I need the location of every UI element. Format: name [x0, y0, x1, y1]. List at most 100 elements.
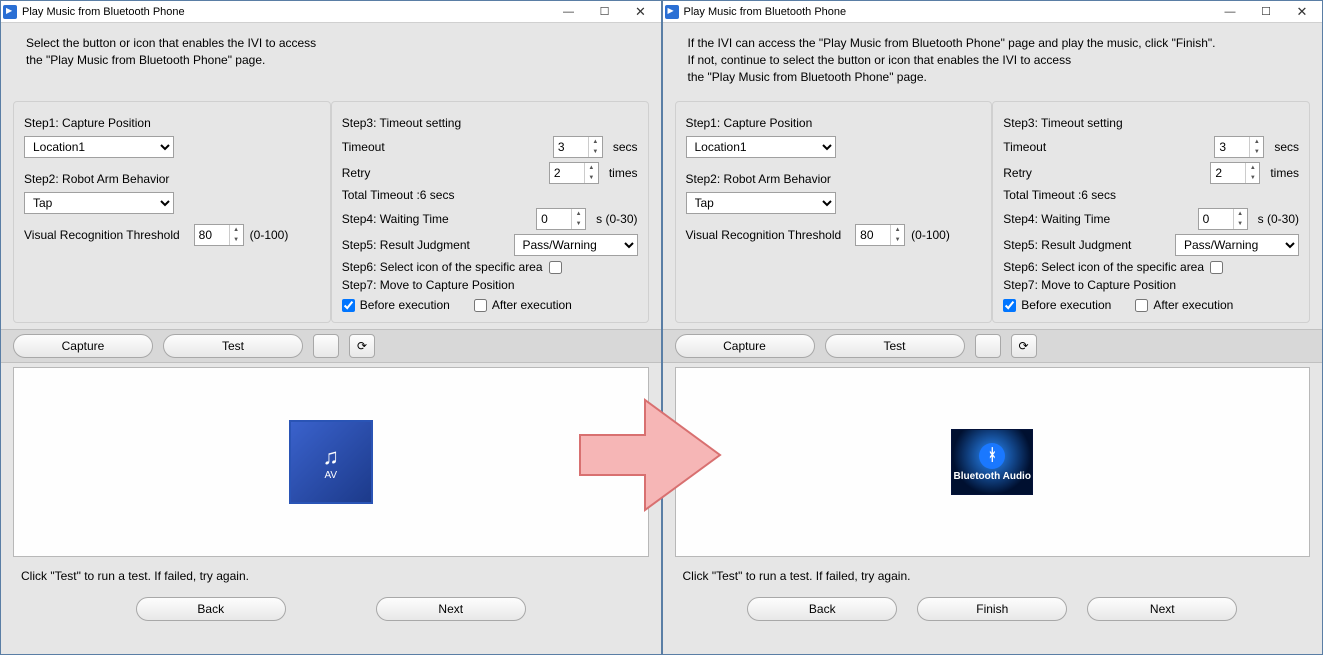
button-bar: Capture Test ⟳ [663, 329, 1323, 363]
back-button[interactable]: Back [747, 597, 897, 621]
back-button[interactable]: Back [136, 597, 286, 621]
retry-spinner[interactable]: ▲▼ [1210, 162, 1260, 184]
preview-thumb-bluetooth[interactable]: ᚼ Bluetooth Audio [951, 429, 1033, 495]
step7-label: Step7: Move to Capture Position [1003, 278, 1299, 292]
app-icon [665, 5, 679, 19]
vrt-range: (0-100) [911, 228, 950, 242]
maximize-button[interactable]: ☐ [1248, 2, 1284, 22]
before-checkbox[interactable] [342, 299, 355, 312]
retry-unit: times [1270, 166, 1299, 180]
instruction-text: If the IVI can access the "Play Music fr… [663, 23, 1323, 101]
capture-button[interactable]: Capture [675, 334, 815, 358]
before-label: Before execution [360, 298, 450, 312]
app-icon [3, 5, 17, 19]
refresh-button[interactable]: ⟳ [1011, 334, 1037, 358]
preview-canvas: ♫ AV [13, 367, 649, 557]
retry-label: Retry [342, 166, 402, 180]
left-panel: Step1: Capture Position Location1 Step2:… [13, 101, 331, 323]
timeout-label: Timeout [1003, 140, 1063, 154]
thumb-label: AV [324, 470, 337, 481]
test-button[interactable]: Test [825, 334, 965, 358]
retry-label: Retry [1003, 166, 1063, 180]
after-checkbox[interactable] [474, 299, 487, 312]
instruction-text: Select the button or icon that enables t… [1, 23, 661, 101]
right-panel: Step3: Timeout setting Timeout ▲▼ secs R… [992, 101, 1310, 323]
step6-label: Step6: Select icon of the specific area [1003, 260, 1204, 274]
window-right: Play Music from Bluetooth Phone — ☐ ✕ If… [662, 0, 1323, 655]
minimize-button[interactable]: — [551, 2, 587, 22]
window-title: Play Music from Bluetooth Phone [22, 6, 551, 18]
thumb-label: Bluetooth Audio [954, 471, 1031, 482]
vrt-spinner[interactable]: ▲▼ [194, 224, 244, 246]
button-bar: Capture Test ⟳ [1, 329, 661, 363]
window-title: Play Music from Bluetooth Phone [684, 6, 1213, 18]
timeout-unit: secs [1274, 140, 1299, 154]
wait-unit: s (0-30) [1258, 212, 1299, 226]
finish-button[interactable]: Finish [917, 597, 1067, 621]
vrt-range: (0-100) [250, 228, 289, 242]
preview-thumb-av[interactable]: ♫ AV [289, 420, 373, 504]
hint-text: Click "Test" to run a test. If failed, t… [1, 561, 661, 591]
step7-label: Step7: Move to Capture Position [342, 278, 638, 292]
right-panel: Step3: Timeout setting Timeout ▲▼ secs R… [331, 101, 649, 323]
titlebar: Play Music from Bluetooth Phone — ☐ ✕ [663, 1, 1323, 23]
hint-text: Click "Test" to run a test. If failed, t… [663, 561, 1323, 591]
capture-button[interactable]: Capture [13, 334, 153, 358]
location-select[interactable]: Location1 [686, 136, 836, 158]
wait-unit: s (0-30) [596, 212, 637, 226]
judgment-select[interactable]: Pass/Warning [514, 234, 638, 256]
left-panel: Step1: Capture Position Location1 Step2:… [675, 101, 993, 323]
retry-unit: times [609, 166, 638, 180]
step3-label: Step3: Timeout setting [342, 116, 638, 130]
step4-label: Step4: Waiting Time [342, 212, 449, 226]
step2-label: Step2: Robot Arm Behavior [686, 172, 982, 186]
titlebar: Play Music from Bluetooth Phone — ☐ ✕ [1, 1, 661, 23]
close-button[interactable]: ✕ [1284, 2, 1320, 22]
step4-label: Step4: Waiting Time [1003, 212, 1110, 226]
vrt-label: Visual Recognition Threshold [24, 228, 180, 242]
location-select[interactable]: Location1 [24, 136, 174, 158]
timeout-spinner[interactable]: ▲▼ [1214, 136, 1264, 158]
timeout-spinner[interactable]: ▲▼ [553, 136, 603, 158]
before-label: Before execution [1021, 298, 1111, 312]
maximize-button[interactable]: ☐ [587, 2, 623, 22]
step6-label: Step6: Select icon of the specific area [342, 260, 543, 274]
step6-checkbox[interactable] [1210, 261, 1223, 274]
step3-label: Step3: Timeout setting [1003, 116, 1299, 130]
next-button[interactable]: Next [1087, 597, 1237, 621]
refresh-icon: ⟳ [1018, 335, 1028, 357]
next-button[interactable]: Next [376, 597, 526, 621]
refresh-button[interactable]: ⟳ [349, 334, 375, 358]
retry-spinner[interactable]: ▲▼ [549, 162, 599, 184]
wait-spinner[interactable]: ▲▼ [1198, 208, 1248, 230]
before-checkbox[interactable] [1003, 299, 1016, 312]
vrt-spinner[interactable]: ▲▼ [855, 224, 905, 246]
after-label: After execution [492, 298, 572, 312]
preview-canvas: ᚼ Bluetooth Audio [675, 367, 1311, 557]
music-note-icon: ♫ [323, 444, 340, 470]
wait-spinner[interactable]: ▲▼ [536, 208, 586, 230]
step6-checkbox[interactable] [549, 261, 562, 274]
after-checkbox[interactable] [1135, 299, 1148, 312]
close-button[interactable]: ✕ [623, 2, 659, 22]
step5-label: Step5: Result Judgment [1003, 238, 1131, 252]
after-label: After execution [1153, 298, 1233, 312]
bluetooth-icon: ᚼ [979, 443, 1005, 469]
step1-label: Step1: Capture Position [24, 116, 320, 130]
square-button[interactable] [975, 334, 1001, 358]
step5-label: Step5: Result Judgment [342, 238, 470, 252]
window-left: Play Music from Bluetooth Phone — ☐ ✕ Se… [0, 0, 662, 655]
behavior-select[interactable]: Tap [686, 192, 836, 214]
square-button[interactable] [313, 334, 339, 358]
minimize-button[interactable]: — [1212, 2, 1248, 22]
total-timeout-label: Total Timeout :6 secs [342, 188, 638, 202]
test-button[interactable]: Test [163, 334, 303, 358]
behavior-select[interactable]: Tap [24, 192, 174, 214]
judgment-select[interactable]: Pass/Warning [1175, 234, 1299, 256]
refresh-icon: ⟳ [357, 335, 367, 357]
footer: Back Next [1, 591, 661, 631]
footer: Back Finish Next [663, 591, 1323, 631]
timeout-label: Timeout [342, 140, 402, 154]
timeout-unit: secs [613, 140, 638, 154]
total-timeout-label: Total Timeout :6 secs [1003, 188, 1299, 202]
